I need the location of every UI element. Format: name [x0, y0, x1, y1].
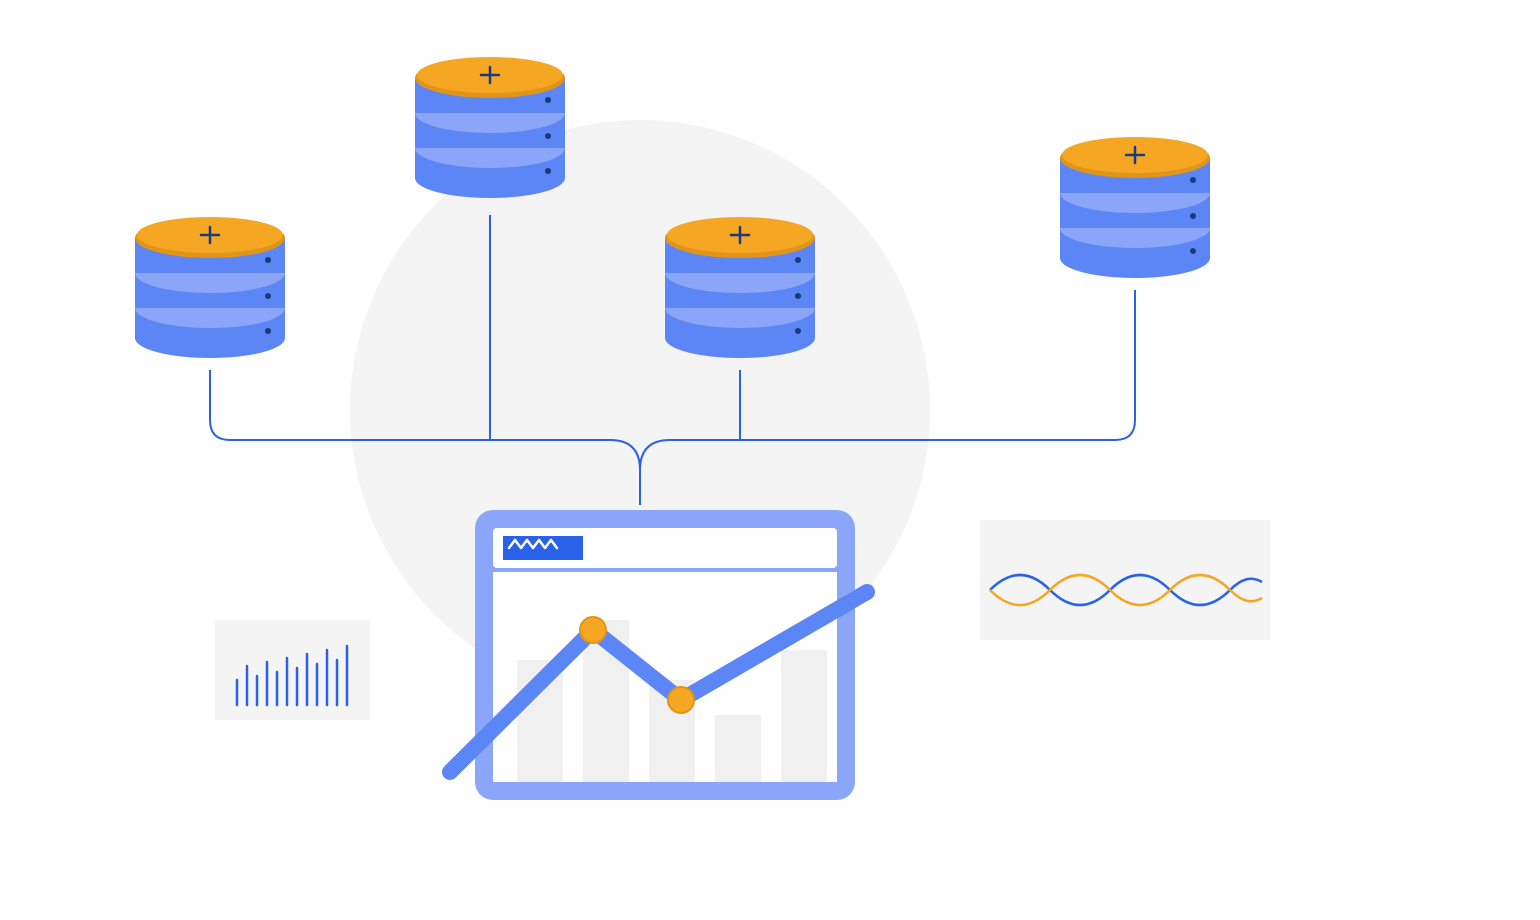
database-icon-2	[415, 57, 565, 198]
mini-wave-chart-icon	[980, 520, 1270, 640]
dashboard-panel	[450, 510, 867, 800]
mini-bar-chart-icon	[215, 620, 370, 720]
database-icon-1	[135, 217, 285, 358]
diagram-canvas	[0, 0, 1540, 920]
database-icon-4	[1060, 137, 1210, 278]
database-icon-3	[665, 217, 815, 358]
